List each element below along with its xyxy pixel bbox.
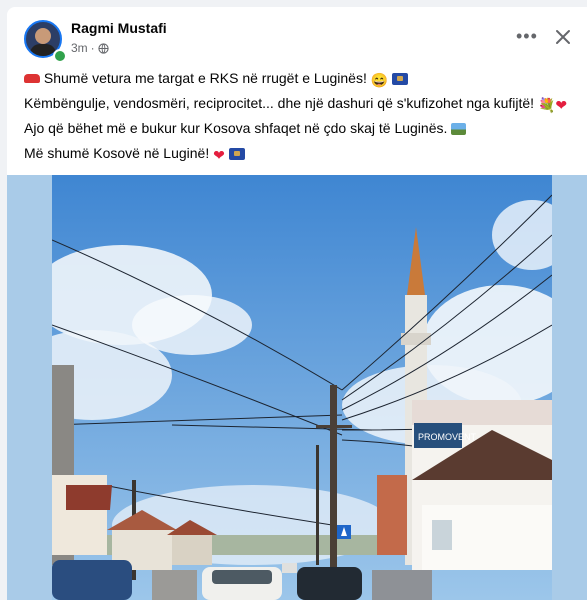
post-video[interactable]: PROMOVENT [52, 175, 552, 600]
kosovo-flag-emoji [392, 73, 409, 85]
post-line-4: Më shumë Kosovë në Luginë! ❤ [24, 144, 579, 163]
post-meta: 3m · [71, 41, 109, 55]
globe-icon[interactable] [98, 42, 109, 54]
two-hearts-emoji: ❤ [555, 97, 568, 113]
post-text: Shumë vetura me targat e RKS në rrugët e… [24, 69, 579, 169]
post-line-2-text: Këmbëngulje, vendosmëri, reciprocitet...… [24, 95, 535, 111]
post-card: Ragmi Mustafi 3m · ••• Shumë vetura me t… [7, 7, 587, 600]
media-background: PROMOVENT [7, 175, 587, 600]
post-timestamp[interactable]: 3m [71, 41, 88, 55]
more-options-button[interactable]: ••• [516, 27, 538, 45]
avatar-face [35, 28, 51, 44]
online-status-dot [53, 49, 67, 63]
close-icon[interactable] [553, 27, 573, 47]
grin-emoji: 😄 [370, 72, 389, 88]
post-line-3-text: Ajo që bëhet më e bukur kur Kosova shfaq… [24, 120, 448, 136]
car-emoji [24, 74, 40, 83]
street-scene-image: PROMOVENT [52, 175, 552, 600]
post-line-1-text: Shumë vetura me targat e RKS në rrugët e… [43, 70, 367, 86]
sparkle-heart-emoji: 💐 [537, 97, 556, 113]
post-line-3: Ajo që bëhet më e bukur kur Kosova shfaq… [24, 119, 579, 137]
author-name[interactable]: Ragmi Mustafi [71, 20, 167, 36]
post-header: Ragmi Mustafi 3m · ••• [7, 7, 587, 69]
post-line-2: Këmbëngulje, vendosmëri, reciprocitet...… [24, 94, 579, 113]
post-line-4-text: Më shumë Kosovë në Luginë! [24, 145, 210, 161]
meta-separator: · [90, 41, 95, 55]
kosovo-flag-emoji-2 [228, 148, 245, 160]
landscape-emoji [451, 123, 467, 135]
post-line-1: Shumë vetura me targat e RKS në rrugët e… [24, 69, 579, 88]
red-heart-emoji: ❤ [213, 147, 225, 163]
shop-sign-text: PROMOVENT [418, 432, 477, 442]
